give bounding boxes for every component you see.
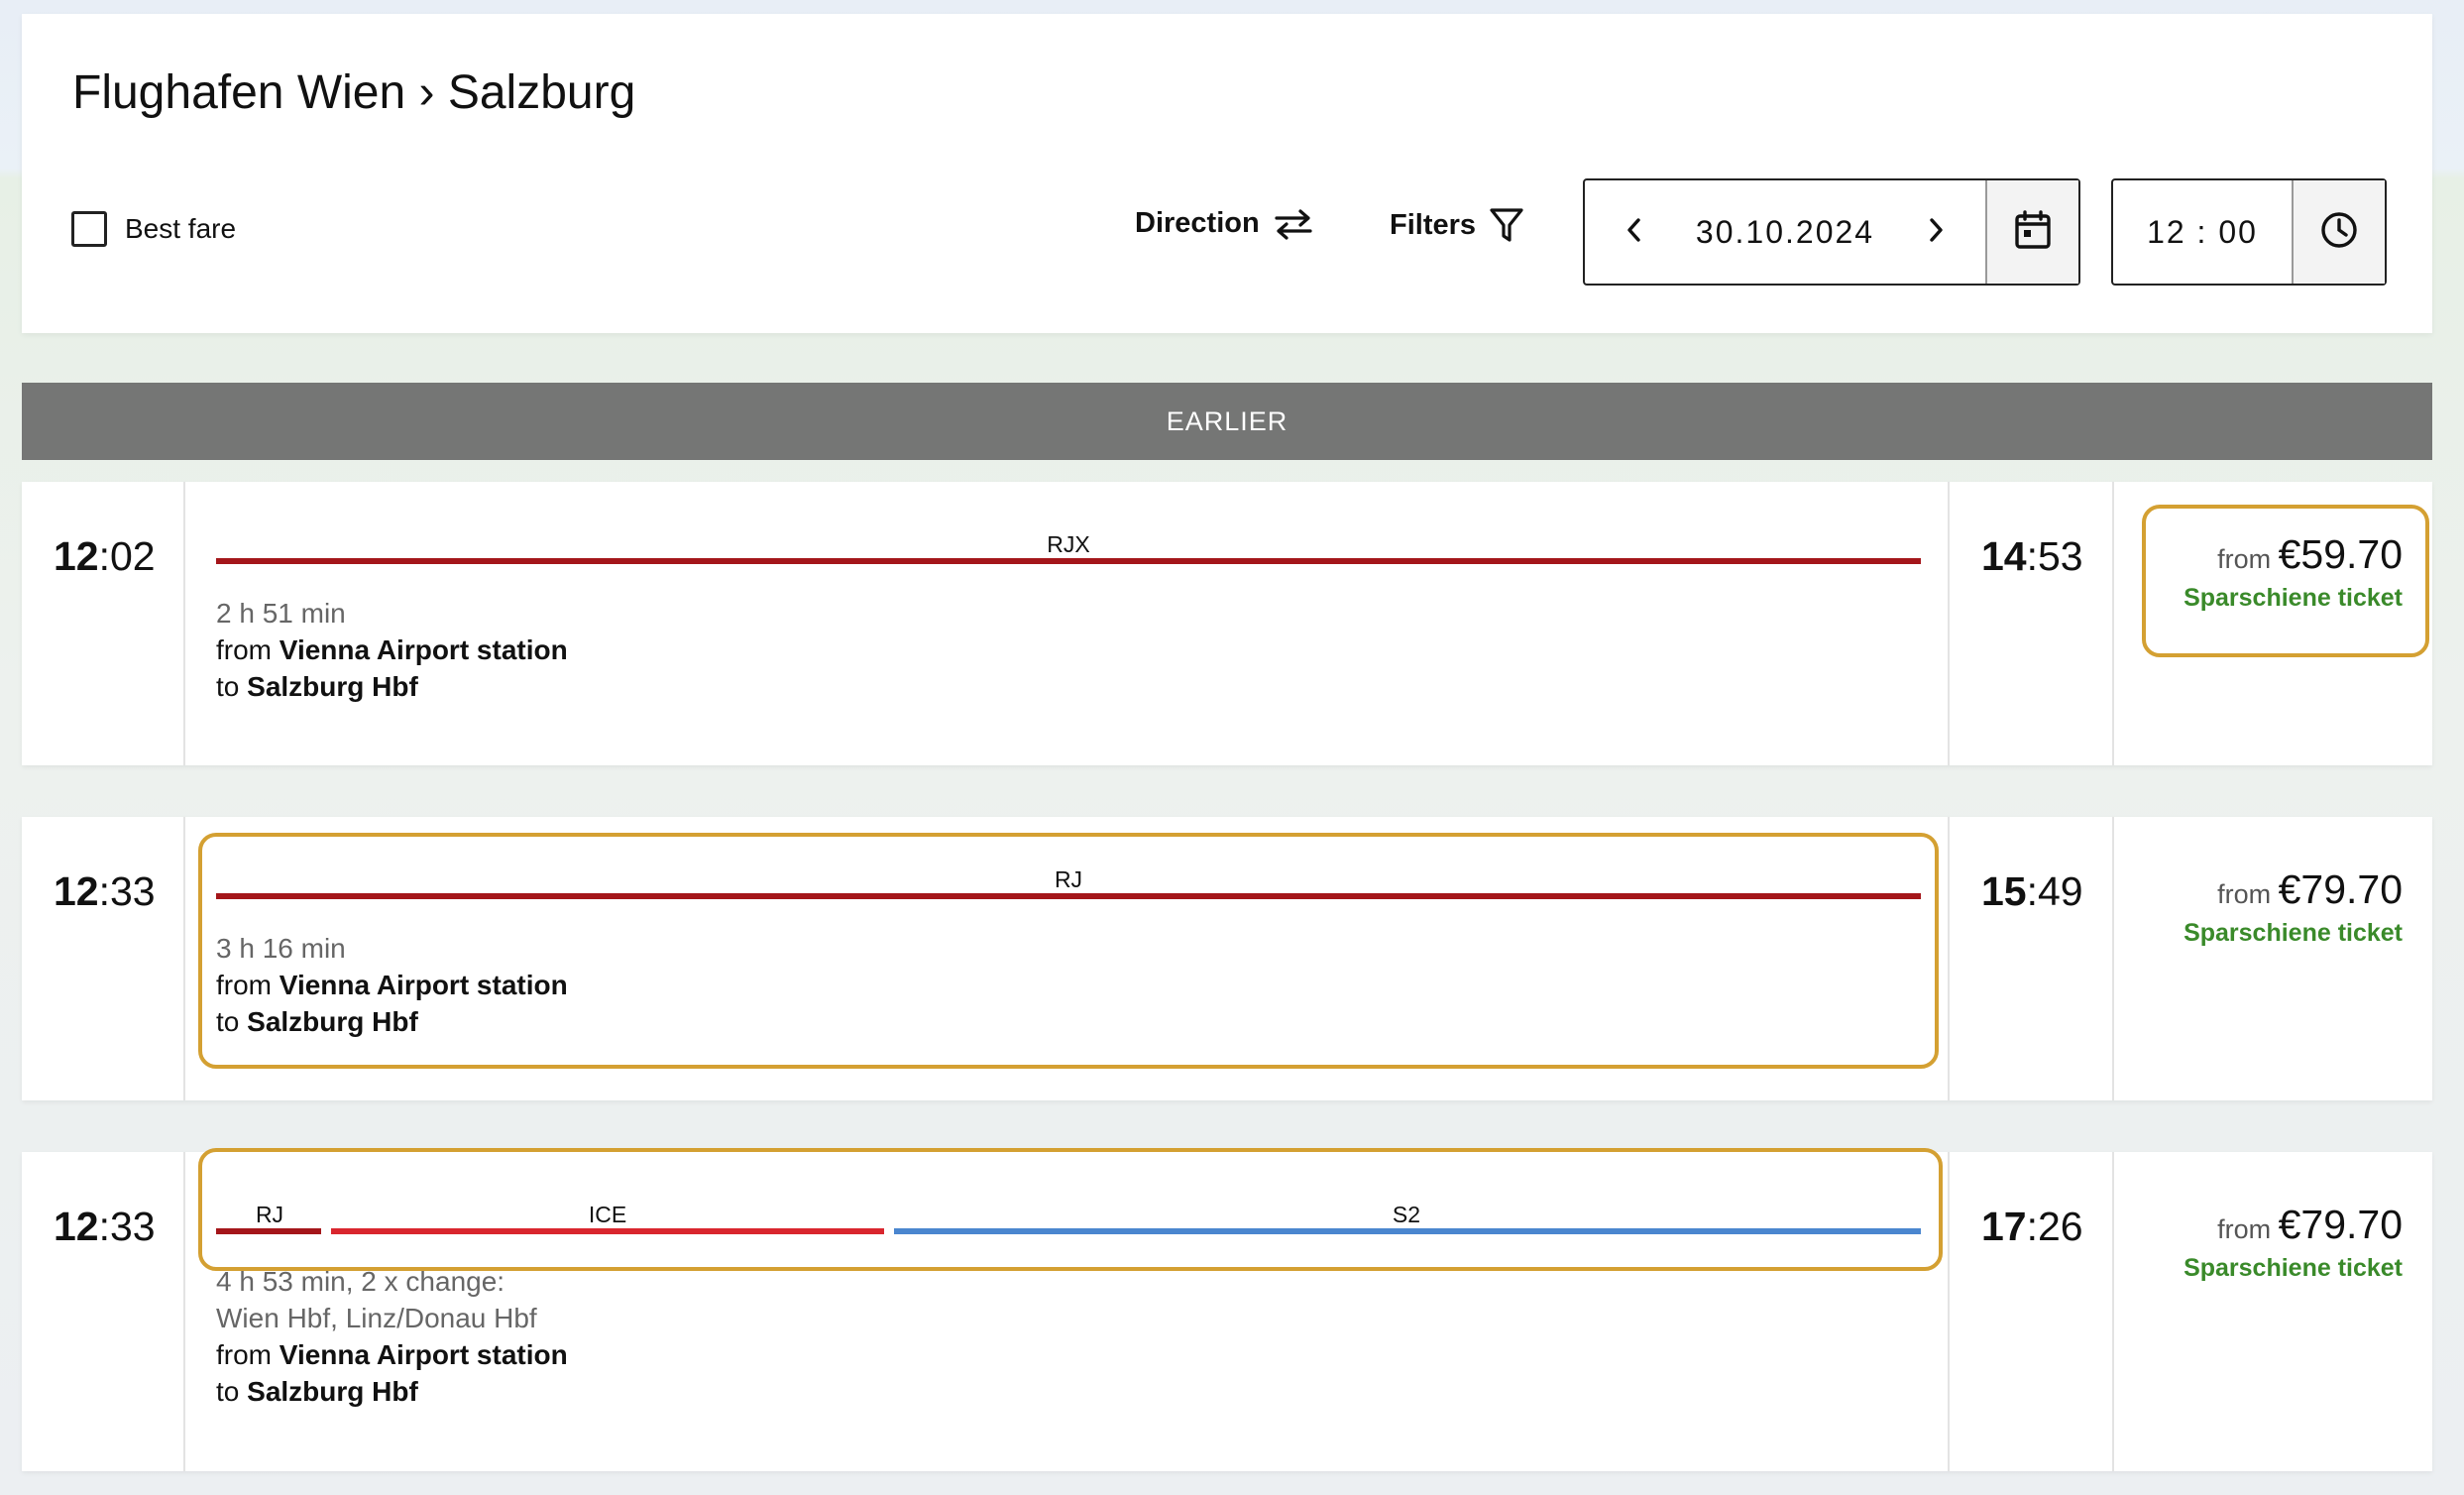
- leg-bar-s2: [894, 1228, 1921, 1234]
- change-stations: Wien Hbf, Linz/Donau Hbf: [216, 1303, 537, 1333]
- direction-button[interactable]: Direction: [1135, 207, 1313, 240]
- duration: 2 h 51 min: [216, 598, 346, 629]
- time-input[interactable]: 12 : 00: [2113, 180, 2292, 284]
- departure-time: 12:33: [54, 868, 156, 914]
- ticket-type: Sparschiene ticket: [2184, 919, 2403, 947]
- chevron-left-icon: [1624, 216, 1644, 249]
- date-value[interactable]: 30.10.2024: [1684, 180, 1886, 284]
- ticket-type: Sparschiene ticket: [2184, 1254, 2403, 1282]
- clock-button[interactable]: [2292, 180, 2385, 284]
- price-amount: €79.70: [2278, 866, 2403, 912]
- next-day-button[interactable]: [1886, 180, 1985, 284]
- swap-arrows-icon: [1274, 208, 1313, 240]
- filters-label: Filters: [1390, 208, 1477, 241]
- price-from-label: from: [2217, 879, 2279, 909]
- leg-bar-rj: [216, 893, 1921, 899]
- arrival-time: 17:26: [1981, 1204, 2083, 1249]
- calendar-icon: [2014, 209, 2052, 255]
- previous-day-button[interactable]: [1585, 180, 1684, 284]
- from-station: from Vienna Airport station: [216, 1339, 568, 1370]
- departure-time: 12:33: [54, 1204, 156, 1249]
- filters-button[interactable]: Filters: [1390, 207, 1523, 243]
- column-divider: [183, 817, 185, 1100]
- leg-bar-rjx: [216, 558, 1921, 564]
- leg-label: RJ: [1054, 866, 1083, 892]
- from-station: from Vienna Airport station: [216, 970, 568, 1000]
- column-divider: [1948, 1152, 1950, 1471]
- route-title: Flughafen Wien › Salzburg: [72, 66, 636, 119]
- leg-bar-ice: [331, 1228, 884, 1234]
- price-block[interactable]: from €79.70 Sparschiene ticket: [2184, 1202, 2403, 1283]
- from-station: from Vienna Airport station: [216, 634, 568, 665]
- chevron-right-icon: [1926, 216, 1946, 249]
- connection-info: 4 h 53 min, 2 x change: Wien Hbf, Linz/D…: [216, 1263, 568, 1410]
- calendar-button[interactable]: [1985, 180, 2078, 284]
- to-station: to Salzburg Hbf: [216, 671, 418, 702]
- price-from-label: from: [2217, 544, 2279, 574]
- to-station: to Salzburg Hbf: [216, 1376, 418, 1407]
- connection-info: 3 h 16 min from Vienna Airport station t…: [216, 930, 568, 1040]
- arrival-time: 15:49: [1981, 868, 2083, 914]
- connection-row[interactable]: 12:02 RJX 2 h 51 min from Vienna Airport…: [22, 482, 2432, 765]
- column-divider: [183, 1152, 185, 1471]
- price-amount: €59.70: [2278, 531, 2403, 577]
- leg-bar-rj: [216, 1228, 321, 1234]
- time-picker: 12 : 00: [2111, 178, 2387, 286]
- column-divider: [2112, 1152, 2114, 1471]
- best-fare-toggle[interactable]: Best fare: [71, 211, 236, 247]
- connection-row[interactable]: 12:33 RJ 3 h 16 min from Vienna Airport …: [22, 817, 2432, 1100]
- best-fare-checkbox[interactable]: [71, 211, 107, 247]
- price-block[interactable]: from €59.70 Sparschiene ticket: [2184, 531, 2403, 613]
- train-legs: RJ ICE S2: [216, 1202, 1921, 1241]
- arrival-time: 14:53: [1981, 533, 2083, 579]
- leg-label: RJX: [1047, 531, 1090, 557]
- price-amount: €79.70: [2278, 1202, 2403, 1247]
- column-divider: [1948, 817, 1950, 1100]
- earlier-connections-button[interactable]: EARLIER: [22, 383, 2432, 460]
- price-block[interactable]: from €79.70 Sparschiene ticket: [2184, 866, 2403, 948]
- leg-label: RJ: [255, 1202, 284, 1227]
- departure-time: 12:02: [54, 533, 156, 579]
- column-divider: [183, 482, 185, 765]
- filter-funnel-icon: [1490, 207, 1523, 243]
- search-header: Flughafen Wien › Salzburg Best fare Dire…: [22, 14, 2432, 333]
- column-divider: [1948, 482, 1950, 765]
- train-legs: RJ: [216, 866, 1921, 906]
- column-divider: [2112, 482, 2114, 765]
- leg-label: ICE: [588, 1202, 627, 1227]
- duration: 3 h 16 min: [216, 933, 346, 964]
- connection-info: 2 h 51 min from Vienna Airport station t…: [216, 595, 568, 705]
- duration: 4 h 53 min, 2 x change:: [216, 1266, 505, 1297]
- best-fare-label: Best fare: [125, 213, 237, 244]
- train-legs: RJX: [216, 531, 1921, 571]
- connection-row[interactable]: 12:33 RJ ICE S2 4 h 53 min, 2 x change: …: [22, 1148, 2432, 1471]
- column-divider: [2112, 817, 2114, 1100]
- to-station: to Salzburg Hbf: [216, 1006, 418, 1037]
- ticket-type: Sparschiene ticket: [2184, 584, 2403, 612]
- price-from-label: from: [2217, 1214, 2279, 1244]
- clock-icon: [2319, 210, 2359, 255]
- date-picker: 30.10.2024: [1583, 178, 2080, 286]
- leg-label: S2: [1392, 1202, 1421, 1227]
- direction-label: Direction: [1135, 207, 1260, 239]
